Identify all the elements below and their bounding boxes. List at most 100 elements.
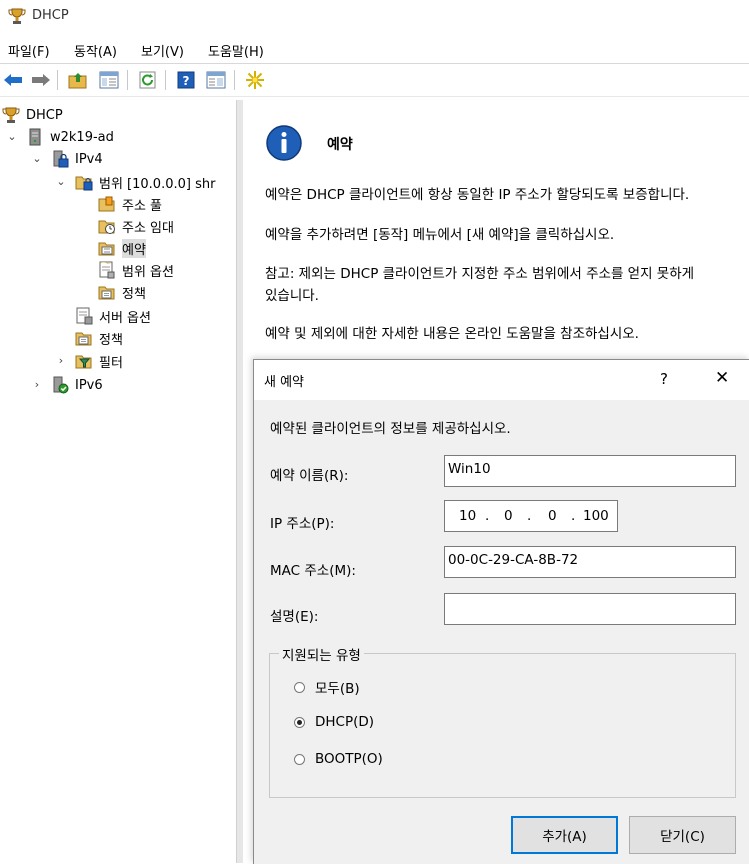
add-button[interactable]: 추가(A)	[511, 816, 618, 854]
dialog-title: 새 예약	[264, 375, 305, 390]
console-tree: DHCP ⌄ w2k19-ad ⌄ IPv4 ⌄ 범위 [10.0.0.0] s…	[0, 100, 236, 863]
server-icon	[26, 128, 44, 146]
info-paragraph: 있습니다.	[265, 288, 319, 304]
tree-node-server[interactable]: w2k19-ad	[26, 126, 114, 148]
tree-node-filters[interactable]: 필터	[75, 350, 123, 372]
properties-icon[interactable]	[205, 69, 227, 91]
info-paragraph: 참고: 제외는 DHCP 클라이언트가 지정한 주소 범위에서 주소를 얻지 못…	[265, 266, 695, 282]
supported-types-group: 지원되는 유형 모두(B) DHCP(D) BOOTP(O)	[269, 644, 736, 798]
new-star-icon[interactable]	[244, 69, 266, 91]
ip-octet-1[interactable]: 10	[459, 508, 476, 524]
toolbar: ?	[0, 63, 749, 97]
tree-node-scope[interactable]: 범위 [10.0.0.0] shr	[75, 171, 215, 193]
window-titlebar: DHCP	[0, 0, 749, 34]
up-folder-icon[interactable]	[67, 69, 89, 91]
toolbar-separator	[234, 70, 235, 90]
show-hide-tree-icon[interactable]	[98, 69, 120, 91]
ip-dot: .	[485, 508, 490, 524]
mac-address-label: MAC 주소(M):	[270, 563, 356, 579]
menu-help[interactable]: 도움말(H)	[208, 41, 264, 60]
ip-dot: .	[527, 508, 532, 524]
dialog-instruction: 예약된 클라이언트의 정보를 제공하십시오.	[270, 421, 511, 437]
radio-circle-selected	[294, 716, 305, 728]
reservations-icon	[98, 239, 116, 257]
ip-octet-4[interactable]: 100	[583, 508, 609, 524]
radio-bootp[interactable]: BOOTP(O)	[294, 751, 383, 767]
help-icon[interactable]: ?	[175, 69, 197, 91]
radio-label: 모두(B)	[315, 681, 360, 697]
page-title: 예약	[327, 137, 353, 153]
help-button[interactable]: ?	[660, 370, 668, 388]
tree-label: 정책	[122, 286, 146, 302]
tree-label: 정책	[99, 332, 123, 348]
info-icon	[266, 125, 302, 161]
radio-dhcp[interactable]: DHCP(D)	[294, 714, 374, 730]
collapsed-chevron-icon[interactable]: ›	[55, 354, 67, 367]
description-label: 설명(E):	[270, 609, 319, 625]
ip-octet-3[interactable]: 0	[548, 508, 557, 524]
filter-icon	[75, 352, 93, 370]
policies-icon	[98, 283, 116, 301]
radio-label: BOOTP(O)	[315, 751, 383, 767]
menu-view[interactable]: 보기(V)	[141, 41, 184, 60]
tree-label: w2k19-ad	[50, 129, 114, 145]
toolbar-separator	[165, 70, 166, 90]
ip-address-input[interactable]: 10 . 0 . 0 . 100	[444, 500, 618, 532]
reservation-name-input[interactable]: Win10	[444, 455, 736, 487]
menu-file[interactable]: 파일(F)	[8, 41, 50, 60]
info-paragraph: 예약 및 제외에 대한 자세한 내용은 온라인 도움말을 참조하십시오.	[265, 326, 639, 342]
info-paragraph: 예약은 DHCP 클라이언트에 항상 동일한 IP 주소가 할당되도록 보증합니…	[265, 187, 690, 203]
tree-node-ipv4[interactable]: IPv4	[51, 148, 103, 170]
tree-label: 서버 옵션	[99, 310, 151, 326]
policies-icon	[75, 329, 93, 347]
expanded-chevron-icon[interactable]: ⌄	[31, 152, 43, 165]
ip-address-label: IP 주소(P):	[270, 516, 335, 532]
tree-node-policies[interactable]: 정책	[75, 327, 123, 349]
toolbar-separator	[127, 70, 128, 90]
description-input[interactable]	[444, 593, 736, 625]
ip-octet-2[interactable]: 0	[504, 508, 513, 524]
collapsed-chevron-icon[interactable]: ›	[31, 378, 43, 391]
close-icon[interactable]: ✕	[715, 368, 729, 388]
forward-icon[interactable]	[30, 69, 52, 91]
tree-label: DHCP	[26, 107, 63, 123]
tree-label: 범위 옵션	[122, 264, 174, 280]
dhcp-trophy-icon	[2, 106, 20, 124]
close-button[interactable]: 닫기(C)	[629, 816, 736, 854]
expanded-chevron-icon[interactable]: ⌄	[55, 175, 67, 188]
tree-node-scope-policies[interactable]: 정책	[98, 281, 146, 303]
tree-label: 주소 임대	[122, 220, 174, 236]
info-paragraph: 예약을 추가하려면 [동작] 메뉴에서 [새 예약]을 클릭하십시오.	[265, 227, 615, 243]
tree-label: 범위 [10.0.0.0] shr	[99, 176, 216, 192]
reservation-name-label: 예약 이름(R):	[270, 468, 349, 484]
address-pool-icon	[98, 195, 116, 213]
scope-folder-icon	[75, 173, 93, 191]
dhcp-trophy-icon	[8, 8, 26, 24]
new-reservation-dialog: 새 예약 ? ✕ 예약된 클라이언트의 정보를 제공하십시오. 예약 이름(R)…	[253, 359, 749, 864]
radio-circle	[294, 681, 305, 693]
group-label: 지원되는 유형	[279, 644, 364, 664]
tree-node-dhcp[interactable]: DHCP	[2, 104, 63, 126]
radio-both[interactable]: 모두(B)	[294, 677, 360, 697]
ipv4-lock-icon	[51, 150, 69, 168]
tree-node-address-pool[interactable]: 주소 풀	[98, 193, 162, 215]
radio-circle	[294, 753, 305, 765]
tree-label: 예약	[122, 238, 146, 258]
tree-node-ipv6[interactable]: IPv6	[51, 374, 103, 396]
tree-node-reservations[interactable]: 예약	[98, 237, 146, 259]
window-title: DHCP	[32, 8, 69, 23]
expanded-chevron-icon[interactable]: ⌄	[6, 130, 18, 143]
scope-options-icon	[98, 261, 116, 279]
tree-node-scope-options[interactable]: 범위 옵션	[98, 259, 174, 281]
menu-action[interactable]: 동작(A)	[74, 41, 117, 60]
address-leases-icon	[98, 217, 116, 235]
mac-address-input[interactable]: 00-0C-29-CA-8B-72	[444, 546, 736, 578]
server-options-icon	[75, 307, 93, 325]
back-icon[interactable]	[2, 69, 24, 91]
menu-bar: 파일(F) 동작(A) 보기(V) 도움말(H)	[0, 36, 749, 62]
refresh-icon[interactable]	[137, 69, 159, 91]
tree-label: IPv4	[75, 151, 103, 167]
tree-node-server-options[interactable]: 서버 옵션	[75, 305, 151, 327]
dialog-titlebar: 새 예약 ? ✕	[254, 360, 749, 400]
tree-node-address-leases[interactable]: 주소 임대	[98, 215, 174, 237]
